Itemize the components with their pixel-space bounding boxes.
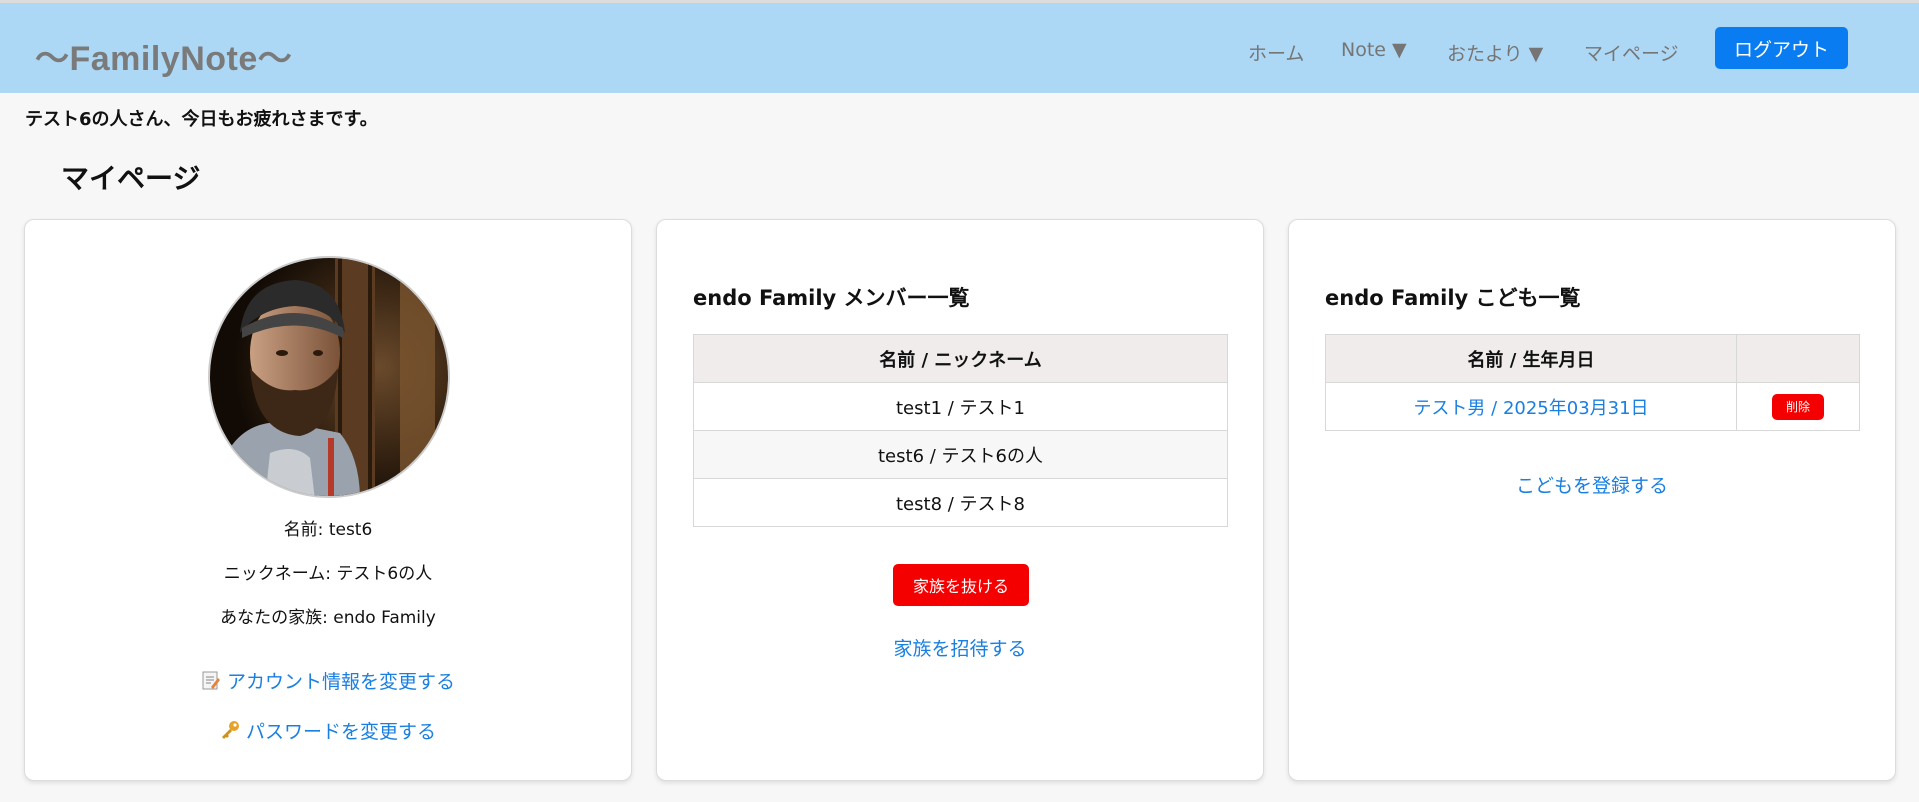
avatar (208, 256, 450, 498)
nav-letters-dropdown[interactable]: おたより ▼ (1447, 39, 1543, 66)
table-row: test6 / テスト6の人 (693, 430, 1228, 479)
children-table: 名前 / 生年月日 テスト男 / 2025年03月31日 削除 (1325, 334, 1860, 431)
table-row: test1 / テスト1 (693, 382, 1228, 431)
child-link[interactable]: テスト男 / 2025年03月31日 (1413, 398, 1648, 419)
main-nav: ホーム Note ▼ おたより ▼ マイページ (0, 39, 1919, 69)
site-header: 〜FamilyNote〜 ホーム Note ▼ おたより ▼ マイページ ログア… (0, 3, 1919, 93)
child-cell: テスト男 / 2025年03月31日 (1325, 382, 1737, 431)
nav-note-dropdown[interactable]: Note ▼ (1341, 39, 1407, 61)
logout-button[interactable]: ログアウト (1715, 27, 1848, 69)
profile-nickname: ニックネーム: テスト6の人 (223, 564, 433, 584)
members-column-header: 名前 / ニックネーム (693, 334, 1228, 383)
members-card: endo Family メンバー一覧 名前 / ニックネーム test1 / テ… (656, 219, 1264, 781)
key-icon (220, 720, 240, 745)
table-row: テスト男 / 2025年03月31日 削除 (1325, 382, 1860, 431)
children-column-header: 名前 / 生年月日 (1325, 334, 1737, 383)
leave-family-button[interactable]: 家族を抜ける (893, 564, 1029, 606)
member-cell: test6 / テスト6の人 (693, 430, 1228, 479)
invite-family-link[interactable]: 家族を招待する (893, 638, 1026, 660)
greeting-message: テスト6の人さん、今日もお疲れさまです。 (25, 109, 378, 130)
member-cell: test8 / テスト8 (693, 478, 1228, 527)
profile-card: 名前: test6 ニックネーム: テスト6の人 あなたの家族: endo Fa… (24, 219, 632, 781)
invite-family-row: 家族を招待する (657, 634, 1263, 661)
page-title: マイページ (61, 162, 201, 195)
register-child-link[interactable]: こどもを登録する (1516, 475, 1668, 497)
change-password-link[interactable]: パスワードを変更する (246, 721, 436, 743)
children-action-header (1736, 334, 1860, 383)
nav-mypage-link[interactable]: マイページ (1584, 39, 1679, 66)
children-card: endo Family こども一覧 名前 / 生年月日 テスト男 / 2025年… (1288, 219, 1896, 781)
members-table-header: 名前 / ニックネーム (693, 334, 1228, 383)
children-title: endo Family こども一覧 (1325, 286, 1581, 310)
members-table: 名前 / ニックネーム test1 / テスト1 test6 / テスト6の人 … (693, 334, 1228, 527)
change-password-row: パスワードを変更する (25, 717, 631, 745)
edit-account-row: アカウント情報を変更する (25, 667, 631, 695)
members-title: endo Family メンバー一覧 (693, 286, 970, 310)
profile-name: 名前: test6 (283, 520, 373, 540)
table-row: test8 / テスト8 (693, 478, 1228, 527)
memo-icon (201, 670, 221, 695)
children-table-header: 名前 / 生年月日 (1325, 334, 1860, 383)
edit-account-link[interactable]: アカウント情報を変更する (227, 671, 455, 693)
child-action-cell: 削除 (1736, 382, 1860, 431)
profile-family: あなたの家族: endo Family (220, 608, 436, 628)
delete-child-button[interactable]: 削除 (1772, 393, 1824, 420)
member-cell: test1 / テスト1 (693, 382, 1228, 431)
register-child-row: こどもを登録する (1289, 471, 1895, 498)
nav-home-link[interactable]: ホーム (1248, 39, 1304, 66)
